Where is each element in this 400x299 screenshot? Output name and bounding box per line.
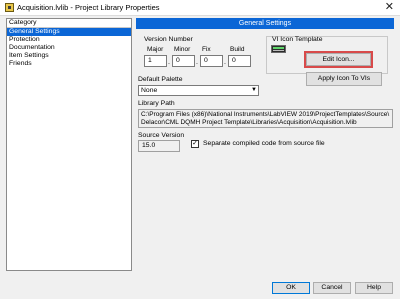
category-item-friends[interactable]: Friends [7,60,131,68]
source-version-field: 15.0 [138,140,180,152]
vi-icon-preview-icon [271,45,286,53]
minor-version-field[interactable]: 0 [172,55,195,67]
labview-library-icon [5,3,14,12]
category-item-item-settings[interactable]: Item Settings [7,52,131,60]
separate-compiled-checkbox[interactable]: ✓ [191,140,199,148]
ok-button[interactable]: OK [272,282,310,294]
major-label: Major [147,46,164,53]
build-version-field[interactable]: 0 [228,55,251,67]
edit-icon-button[interactable]: Edit Icon... [304,51,373,68]
section-header: General Settings [136,18,394,29]
default-palette-value: None [141,87,158,94]
library-path-line-2: Delacor\CML DQMH Project Template\Librar… [141,119,357,126]
build-label: Build [230,46,245,53]
apply-icon-to-vis-button[interactable]: Apply Icon To VIs [306,72,382,86]
library-path-field[interactable]: C:\Program Files (x86)\National Instrume… [138,109,393,128]
default-palette-select[interactable]: None ▼ [138,85,259,96]
category-list[interactable]: Category General Settings Protection Doc… [6,18,132,271]
category-item-general-settings[interactable]: General Settings [7,28,131,36]
category-header: Category [7,19,131,28]
close-icon[interactable]: ✕ [385,1,394,14]
help-button[interactable]: Help [355,282,393,294]
minor-label: Minor [174,46,191,53]
major-version-field[interactable]: 1 [144,55,167,67]
cancel-button[interactable]: Cancel [313,282,351,294]
library-path-line-1: C:\Program Files (x86)\National Instrume… [141,111,390,118]
default-palette-label: Default Palette [138,76,183,83]
fix-version-field[interactable]: 0 [200,55,223,67]
version-separator: . [224,59,226,66]
fix-label: Fix [202,46,211,53]
library-path-label: Library Path [138,100,175,107]
title-bar: Acquisition.lvlib - Project Library Prop… [0,0,400,16]
category-item-protection[interactable]: Protection [7,36,131,44]
separate-compiled-label[interactable]: Separate compiled code from source file [203,140,325,147]
chevron-down-icon[interactable]: ▼ [251,86,257,95]
source-version-label: Source Version [138,132,185,139]
version-separator: . [168,59,170,66]
version-number-label: Version Number [144,36,193,43]
category-item-documentation[interactable]: Documentation [7,44,131,52]
version-separator: . [196,59,198,66]
window-title: Acquisition.lvlib - Project Library Prop… [17,3,160,12]
vi-icon-template-label: VI Icon Template [272,36,323,43]
